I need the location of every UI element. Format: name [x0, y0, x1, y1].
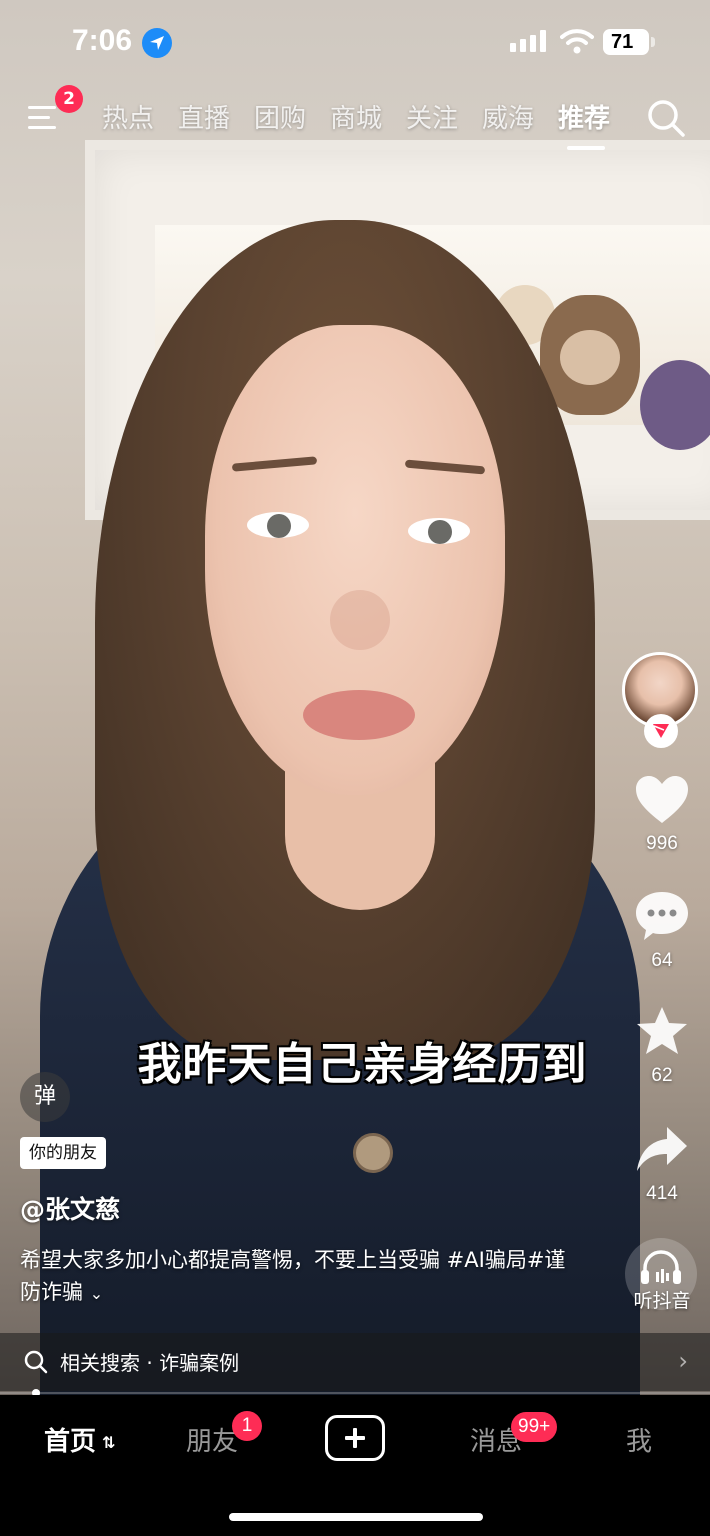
share-arrow-icon [637, 1127, 687, 1171]
tab-home[interactable]: 首页 ⇅ [44, 1421, 115, 1458]
comment-button[interactable]: 64 [628, 890, 696, 972]
author-name[interactable]: @张文慈 [20, 1190, 120, 1226]
related-search-bar[interactable]: 相关搜索 · 诈骗案例 › [0, 1333, 710, 1391]
related-search-text: 相关搜索 · 诈骗案例 [60, 1351, 240, 1375]
expand-chevron-icon[interactable]: ⌄ [90, 1284, 103, 1303]
video-description[interactable]: 希望大家多加小心都提高警惕，不要上当受骗 #AI骗局#谨防诈骗 ⌄ [20, 1244, 580, 1310]
tab-following[interactable]: 关注 [406, 98, 458, 135]
status-bar: 7:06 71 [0, 0, 710, 84]
tab-mall[interactable]: 商城 [330, 98, 382, 135]
location-arrow-icon [142, 28, 172, 58]
tab-group-buy[interactable]: 团购 [254, 98, 306, 135]
share-count: 414 [646, 1183, 678, 1204]
like-button[interactable]: 996 [628, 775, 696, 855]
follow-arrow-icon [653, 724, 669, 738]
top-nav: 2 热点 直播 团购 商城 关注 威海 推荐 [0, 84, 710, 154]
subject-dress-button [353, 1133, 393, 1173]
subject-lips [303, 690, 415, 740]
search-icon[interactable] [646, 98, 686, 138]
like-count: 996 [646, 833, 678, 854]
tab-friends[interactable]: 朋友 [186, 1421, 238, 1458]
screen: 7:06 71 2 热点 直播 团购 商城 关注 威海 推荐 996 64 62… [0, 0, 710, 1536]
subject-eye [408, 518, 470, 544]
danmaku-toggle-button[interactable]: 弹 [20, 1072, 70, 1122]
follow-button[interactable] [644, 714, 678, 748]
friend-tag: 你的朋友 [20, 1137, 106, 1169]
menu-icon [28, 126, 56, 129]
listen-label: 听抖音 [633, 1290, 691, 1312]
video-subject [0, 0, 710, 1395]
home-indicator[interactable] [229, 1513, 483, 1521]
wifi-icon [560, 29, 594, 54]
subject-eye [247, 512, 309, 538]
active-tab-indicator [567, 146, 605, 150]
video-subtitle: 我昨天自己亲身经历到 [137, 1039, 588, 1090]
share-button[interactable]: 414 [628, 1125, 696, 1205]
tab-hot[interactable]: 热点 [102, 98, 154, 135]
video-progress-track[interactable] [0, 1392, 710, 1394]
comment-icon [636, 892, 688, 940]
messages-badge: 99+ [511, 1412, 558, 1442]
tab-recommend[interactable]: 推荐 [558, 98, 610, 135]
tab-home-label: 首页 [44, 1427, 97, 1457]
menu-badge: 2 [55, 85, 83, 113]
search-icon [24, 1350, 48, 1374]
tab-live[interactable]: 直播 [178, 98, 230, 135]
chevron-right-icon: › [678, 1347, 688, 1375]
plus-icon [345, 1428, 365, 1448]
create-post-button[interactable] [325, 1415, 385, 1461]
menu-icon [28, 106, 56, 109]
tab-me[interactable]: 我 [626, 1421, 652, 1458]
cellular-signal-icon [510, 30, 546, 52]
heart-icon [636, 776, 688, 823]
tab-local[interactable]: 威海 [482, 98, 534, 135]
menu-icon [28, 116, 50, 119]
refresh-arrows-icon: ⇅ [102, 1433, 116, 1452]
video-player[interactable] [0, 0, 710, 1395]
comment-count: 64 [651, 950, 673, 971]
status-time: 7:06 [72, 24, 133, 57]
friends-badge: 1 [232, 1411, 262, 1441]
subject-nose [330, 590, 390, 650]
battery-indicator: 71 [603, 29, 655, 55]
